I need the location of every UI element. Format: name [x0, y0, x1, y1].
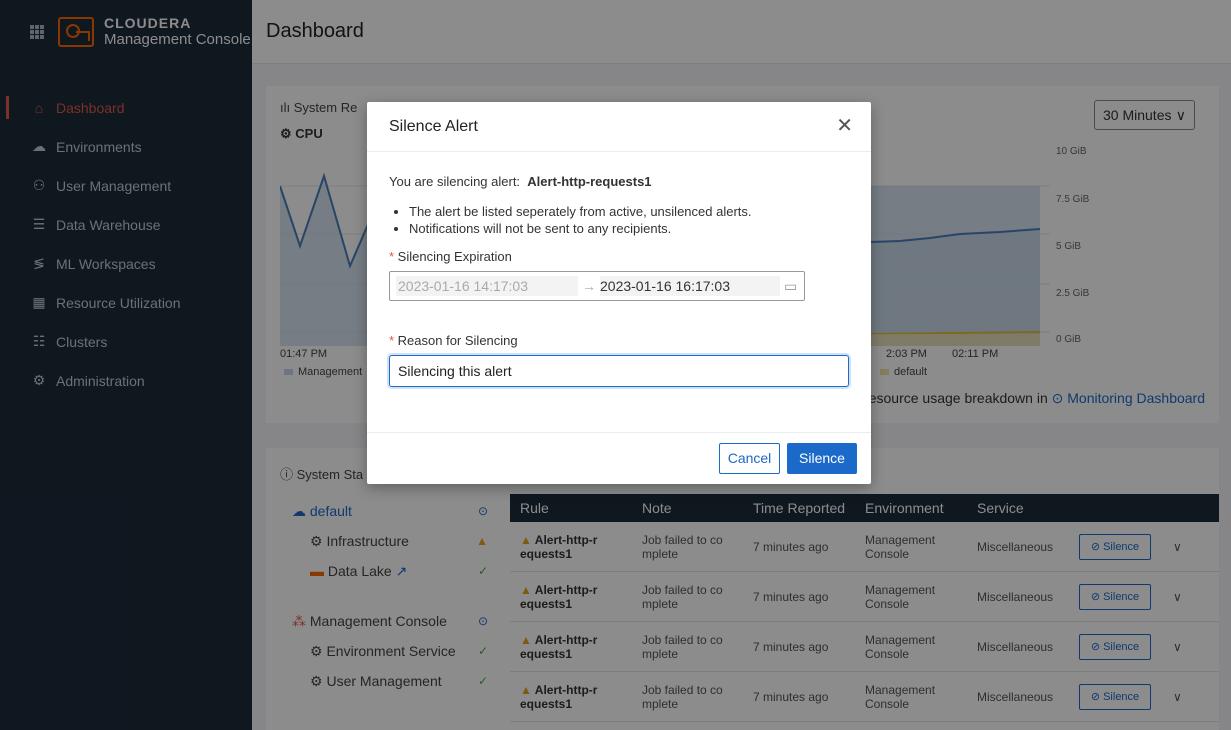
- list-item: The alert be listed seperately from acti…: [409, 203, 849, 220]
- cancel-button[interactable]: Cancel: [719, 443, 780, 474]
- end-date-field[interactable]: 2023-01-16 16:17:03: [600, 276, 780, 296]
- start-date-field[interactable]: 2023-01-16 14:17:03: [396, 276, 578, 296]
- silence-alert-modal: Silence Alert ✕ You are silencing alert:…: [367, 102, 871, 484]
- modal-title: Silence Alert: [389, 117, 478, 135]
- modal-footer: Cancel Silence: [367, 432, 871, 484]
- reason-input[interactable]: Silencing this alert: [389, 355, 849, 387]
- expiration-range-picker[interactable]: 2023-01-16 14:17:03 → 2023-01-16 16:17:0…: [389, 271, 805, 301]
- list-item: Notifications will not be sent to any re…: [409, 220, 849, 237]
- alert-name: Alert-http-requests1: [527, 174, 652, 189]
- close-icon[interactable]: ✕: [836, 116, 853, 136]
- reason-label: Reason for Silencing: [397, 333, 518, 348]
- notice-list: The alert be listed seperately from acti…: [409, 203, 849, 237]
- arrow-right-icon: →: [582, 278, 596, 294]
- expiration-label: Silencing Expiration: [397, 249, 512, 264]
- confirm-silence-button[interactable]: Silence: [787, 443, 857, 474]
- modal-intro: You are silencing alert:: [389, 174, 521, 189]
- calendar-icon[interactable]: ▭: [784, 278, 797, 295]
